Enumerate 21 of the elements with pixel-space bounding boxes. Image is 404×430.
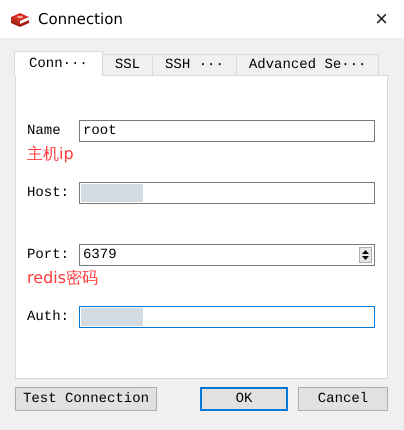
input-field[interactable]: root	[79, 120, 375, 142]
spin-box[interactable]: 6379	[79, 244, 375, 266]
window-title: Connection	[38, 10, 124, 28]
close-button[interactable]: ×	[369, 6, 394, 32]
dialog-button[interactable]: OK	[200, 387, 288, 411]
field-label: Name	[27, 123, 62, 139]
dialog-button[interactable]: Test Connection	[15, 387, 157, 411]
field-label: Host:	[27, 185, 70, 201]
tab[interactable]: SSL	[102, 54, 154, 76]
annotation-text: 主机ip	[27, 143, 75, 165]
field-label: Port:	[27, 247, 70, 263]
input-field[interactable]	[79, 306, 375, 328]
field-label: Auth:	[27, 309, 70, 325]
dialog-button[interactable]: Cancel	[298, 387, 388, 411]
tab[interactable]: Advanced Se···	[236, 54, 380, 76]
tab[interactable]: SSH ···	[152, 54, 237, 76]
spin-arrows-icon[interactable]	[359, 247, 372, 263]
tab[interactable]: Conn···	[14, 51, 103, 76]
app-logo-icon	[10, 10, 30, 28]
annotation-text: redis密码	[27, 267, 100, 289]
input-field[interactable]	[79, 182, 375, 204]
